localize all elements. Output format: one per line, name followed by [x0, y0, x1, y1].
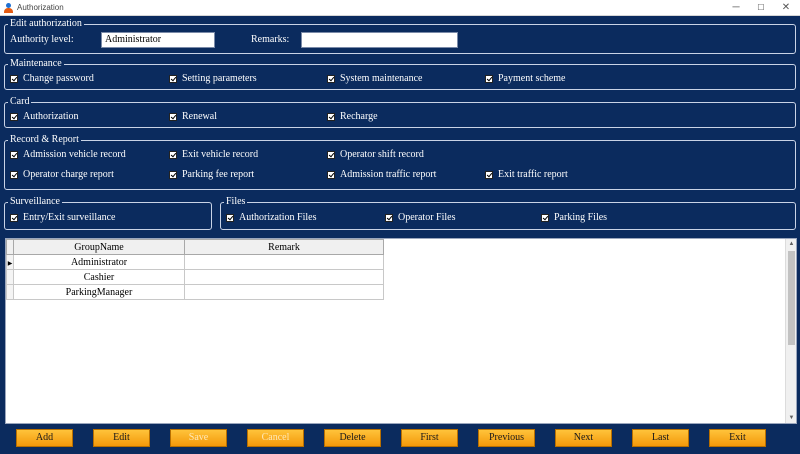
record-report-group: Record & Report Admission vehicle record… — [4, 134, 796, 190]
authorization-files-checkbox[interactable]: Authorization Files — [226, 212, 317, 224]
group-table: GroupName Remark Administrator Cashier P… — [6, 239, 384, 300]
surveillance-group: Surveillance Entry/Exit surveillance — [4, 196, 212, 230]
checkbox-checked-icon — [485, 75, 493, 83]
admission-vehicle-record-checkbox[interactable]: Admission vehicle record — [10, 149, 126, 161]
checkbox-checked-icon — [485, 171, 493, 179]
checkbox-checked-icon — [169, 171, 177, 179]
renewal-checkbox[interactable]: Renewal — [169, 111, 217, 123]
window-title: Authorization — [17, 3, 64, 12]
scrollbar-thumb[interactable] — [788, 251, 795, 345]
row-header[interactable] — [6, 269, 14, 285]
checkbox-checked-icon — [169, 151, 177, 159]
remarks-label: Remarks: — [251, 34, 290, 45]
cell-groupname[interactable]: Administrator — [13, 254, 185, 270]
checkbox-checked-icon — [327, 113, 335, 121]
cell-groupname[interactable]: ParkingManager — [13, 284, 185, 300]
cancel-button[interactable]: Cancel — [247, 429, 304, 447]
checkbox-checked-icon — [10, 151, 18, 159]
checkbox-checked-icon — [10, 113, 18, 121]
group-grid[interactable]: GroupName Remark Administrator Cashier P… — [5, 238, 797, 424]
checkbox-checked-icon — [327, 151, 335, 159]
files-group: Files Authorization Files Operator Files… — [220, 196, 796, 230]
setting-parameters-checkbox[interactable]: Setting parameters — [169, 73, 257, 85]
save-button[interactable]: Save — [170, 429, 227, 447]
cell-groupname[interactable]: Cashier — [13, 269, 185, 285]
add-button[interactable]: Add — [16, 429, 73, 447]
record-report-title: Record & Report — [8, 134, 81, 146]
current-row-indicator-icon[interactable] — [6, 254, 14, 270]
edit-button[interactable]: Edit — [93, 429, 150, 447]
checkbox-checked-icon — [169, 75, 177, 83]
table-row[interactable]: Administrator — [6, 254, 384, 270]
admission-traffic-report-checkbox[interactable]: Admission traffic report — [327, 169, 436, 181]
title-bar: Authorization ─ ☐ ✕ — [0, 0, 800, 16]
maintenance-group: Maintenance Change password Setting para… — [4, 58, 796, 90]
authorization-checkbox[interactable]: Authorization — [10, 111, 79, 123]
checkbox-checked-icon — [10, 75, 18, 83]
operator-shift-record-checkbox[interactable]: Operator shift record — [327, 149, 424, 161]
app-icon — [4, 3, 13, 13]
card-title: Card — [8, 96, 32, 108]
checkbox-checked-icon — [10, 214, 18, 222]
vertical-scrollbar[interactable]: ▲ ▼ — [785, 239, 796, 423]
authority-level-label: Authority level: — [10, 34, 74, 45]
exit-vehicle-record-checkbox[interactable]: Exit vehicle record — [169, 149, 258, 161]
minimize-button[interactable]: ─ — [724, 0, 748, 16]
operator-charge-report-checkbox[interactable]: Operator charge report — [10, 169, 114, 181]
cell-remark[interactable] — [184, 269, 384, 285]
cell-remark[interactable] — [184, 254, 384, 270]
checkbox-checked-icon — [327, 75, 335, 83]
table-header-row: GroupName Remark — [6, 239, 384, 255]
last-button[interactable]: Last — [632, 429, 689, 447]
entry-exit-surveillance-checkbox[interactable]: Entry/Exit surveillance — [10, 212, 115, 224]
cell-remark[interactable] — [184, 284, 384, 300]
scroll-up-arrow-icon[interactable]: ▲ — [786, 239, 797, 249]
parking-fee-report-checkbox[interactable]: Parking fee report — [169, 169, 254, 181]
maintenance-title: Maintenance — [8, 58, 64, 70]
recharge-checkbox[interactable]: Recharge — [327, 111, 378, 123]
surveillance-title: Surveillance — [8, 196, 62, 208]
files-title: Files — [224, 196, 248, 208]
next-button[interactable]: Next — [555, 429, 612, 447]
scroll-down-arrow-icon[interactable]: ▼ — [786, 413, 797, 423]
row-header[interactable] — [6, 284, 14, 300]
checkbox-checked-icon — [169, 113, 177, 121]
change-password-checkbox[interactable]: Change password — [10, 73, 94, 85]
payment-scheme-checkbox[interactable]: Payment scheme — [485, 73, 565, 85]
edit-authorization-title: Edit authorization — [8, 18, 84, 30]
delete-button[interactable]: Delete — [324, 429, 381, 447]
exit-button[interactable]: Exit — [709, 429, 766, 447]
table-row[interactable]: Cashier — [6, 269, 384, 285]
checkbox-checked-icon — [10, 171, 18, 179]
parking-files-checkbox[interactable]: Parking Files — [541, 212, 607, 224]
exit-traffic-report-checkbox[interactable]: Exit traffic report — [485, 169, 568, 181]
first-button[interactable]: First — [401, 429, 458, 447]
checkbox-checked-icon — [541, 214, 549, 222]
row-header-corner — [6, 239, 14, 255]
remarks-input[interactable] — [301, 32, 458, 48]
table-row[interactable]: ParkingManager — [6, 284, 384, 300]
close-button[interactable]: ✕ — [774, 0, 798, 16]
column-header-remark[interactable]: Remark — [184, 239, 384, 255]
checkbox-checked-icon — [385, 214, 393, 222]
checkbox-checked-icon — [226, 214, 234, 222]
previous-button[interactable]: Previous — [478, 429, 535, 447]
edit-authorization-group: Edit authorization Authority level: Admi… — [4, 18, 796, 54]
checkbox-checked-icon — [327, 171, 335, 179]
system-maintenance-checkbox[interactable]: System maintenance — [327, 73, 422, 85]
authority-level-input[interactable]: Administrator — [101, 32, 215, 48]
maximize-button[interactable]: ☐ — [749, 0, 773, 16]
operator-files-checkbox[interactable]: Operator Files — [385, 212, 456, 224]
card-group: Card Authorization Renewal Recharge — [4, 96, 796, 128]
column-header-groupname[interactable]: GroupName — [13, 239, 185, 255]
main-panel: Edit authorization Authority level: Admi… — [0, 16, 800, 454]
